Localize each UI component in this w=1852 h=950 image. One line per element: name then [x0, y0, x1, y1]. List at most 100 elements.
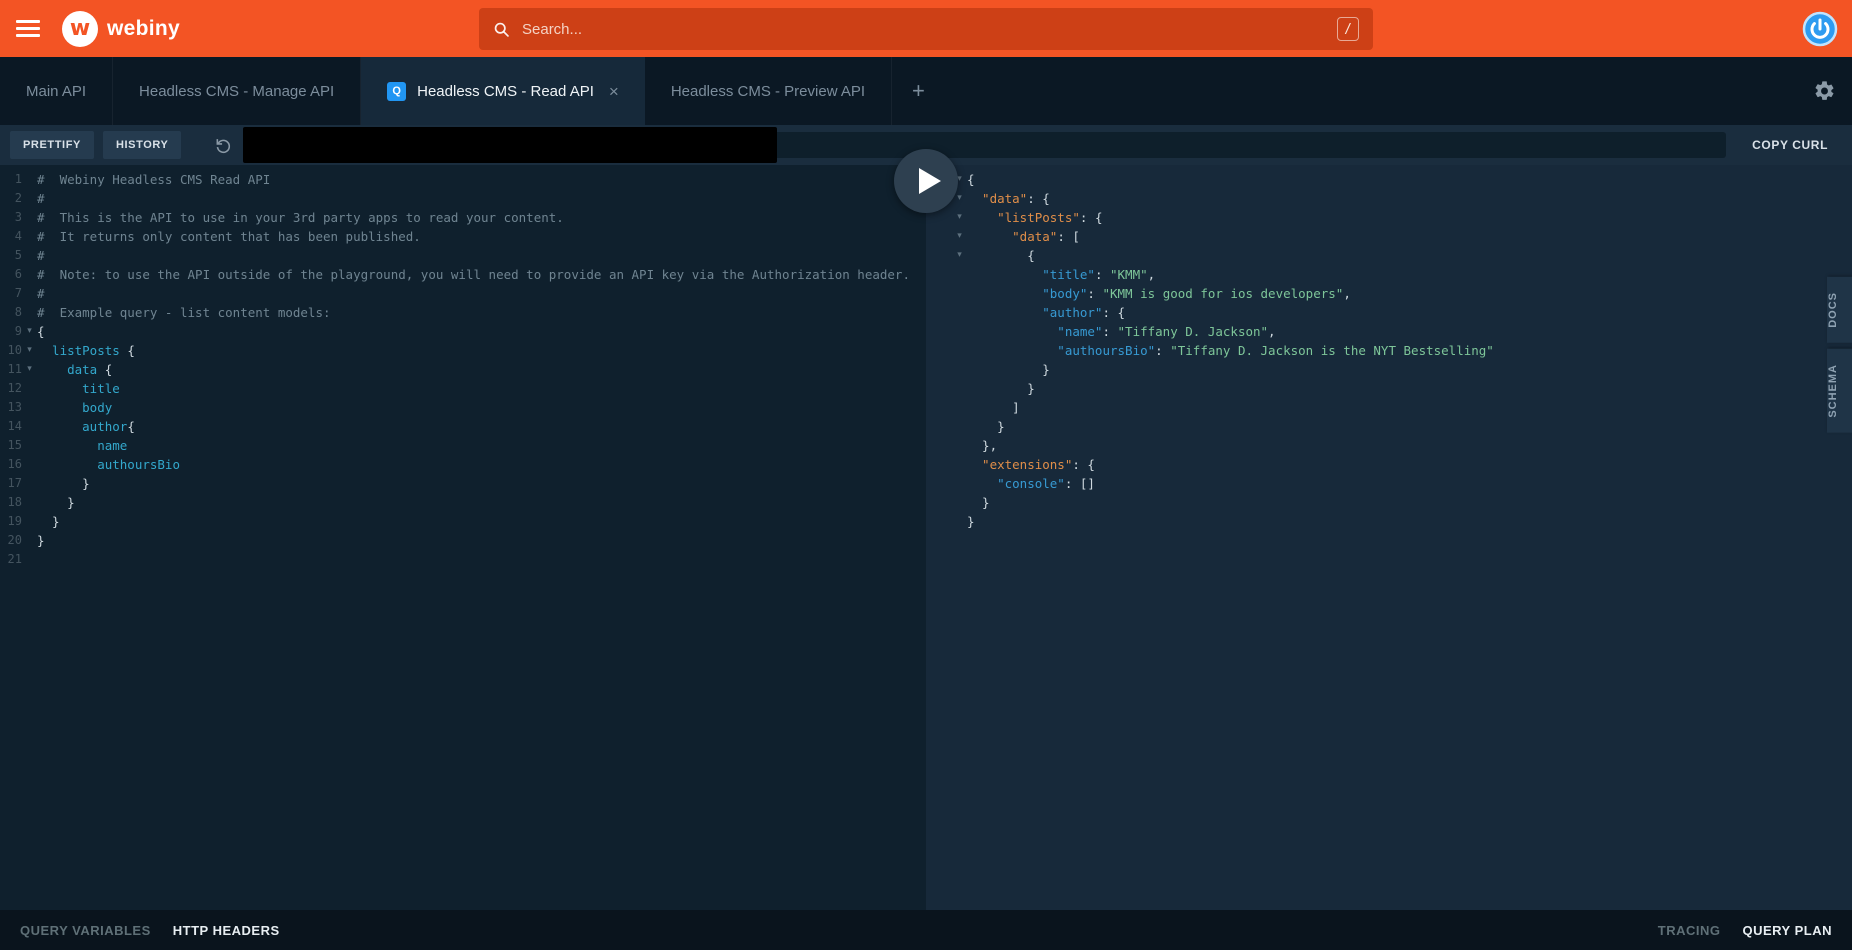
- line-number: 4: [0, 227, 22, 246]
- code-text: data {: [37, 360, 112, 379]
- fold-gutter: [22, 455, 37, 474]
- history-button[interactable]: HISTORY: [103, 131, 182, 159]
- tab-headless-cms-read-api[interactable]: Q Headless CMS - Read API ×: [361, 57, 645, 125]
- code-line: }: [952, 417, 1852, 436]
- code-line: }: [952, 379, 1852, 398]
- code-line: 1# Webiny Headless CMS Read API: [0, 170, 926, 189]
- line-number: 17: [0, 474, 22, 493]
- tab-label: Main API: [26, 83, 86, 100]
- code-text: "data": [: [967, 227, 1080, 246]
- webiny-logo[interactable]: w webiny: [62, 11, 180, 47]
- query-type-badge: Q: [387, 82, 406, 101]
- fold-gutter: [22, 550, 37, 569]
- menu-hamburger-icon[interactable]: [16, 20, 40, 37]
- line-number: 10: [0, 341, 22, 360]
- fold-arrow-icon[interactable]: ▾: [22, 322, 37, 341]
- fold-gutter: [952, 303, 967, 322]
- execute-query-button[interactable]: [894, 149, 958, 213]
- code-text: author{: [37, 417, 135, 436]
- code-text: title: [37, 379, 120, 398]
- line-number: 9: [0, 322, 22, 341]
- fold-arrow-icon[interactable]: ▾: [952, 208, 967, 227]
- tab-main-api[interactable]: Main API: [0, 57, 113, 125]
- fold-arrow-icon[interactable]: ▾: [952, 246, 967, 265]
- code-text: authoursBio: [37, 455, 180, 474]
- code-text: {: [37, 322, 45, 341]
- code-line: ▾{: [952, 170, 1852, 189]
- logo-initial: w: [70, 16, 90, 41]
- fold-gutter: [22, 436, 37, 455]
- code-text: "body": "KMM is good for ios developers"…: [967, 284, 1351, 303]
- code-line: },: [952, 436, 1852, 455]
- line-number: 21: [0, 550, 22, 569]
- http-headers-tab[interactable]: HTTP HEADERS: [173, 923, 280, 938]
- prettify-button[interactable]: PRETTIFY: [10, 131, 94, 159]
- fold-arrow-icon[interactable]: ▾: [952, 227, 967, 246]
- code-text: {: [967, 246, 1035, 265]
- fold-gutter: [952, 322, 967, 341]
- fold-gutter: [22, 265, 37, 284]
- line-number: 7: [0, 284, 22, 303]
- line-number: 19: [0, 512, 22, 531]
- code-text: "console": []: [967, 474, 1095, 493]
- fold-arrow-icon[interactable]: ▾: [22, 341, 37, 360]
- code-text: },: [967, 436, 997, 455]
- code-text: "listPosts": {: [967, 208, 1102, 227]
- code-text: #: [37, 284, 45, 303]
- settings-gear-icon[interactable]: [1813, 80, 1836, 103]
- code-text: # Example query - list content models:: [37, 303, 331, 322]
- query-editor[interactable]: 1# Webiny Headless CMS Read API2#3# This…: [0, 165, 926, 910]
- code-line: 7#: [0, 284, 926, 303]
- docs-tab[interactable]: DOCS: [1827, 277, 1852, 343]
- code-text: #: [37, 189, 45, 208]
- endpoint-url-input[interactable]: [243, 132, 1726, 158]
- code-line: "extensions": {: [952, 455, 1852, 474]
- code-text: }: [37, 531, 45, 550]
- code-line: 10▾ listPosts {: [0, 341, 926, 360]
- search-input[interactable]: [522, 21, 1337, 38]
- code-line: ▾ "data": {: [952, 189, 1852, 208]
- query-plan-tab[interactable]: QUERY PLAN: [1742, 923, 1832, 938]
- code-text: listPosts {: [37, 341, 135, 360]
- global-search-bar[interactable]: /: [479, 8, 1373, 50]
- url-redaction: [243, 127, 777, 163]
- code-line: 5#: [0, 246, 926, 265]
- code-text: name: [37, 436, 127, 455]
- line-number: 2: [0, 189, 22, 208]
- line-number: 12: [0, 379, 22, 398]
- tab-headless-cms-preview-api[interactable]: Headless CMS - Preview API: [645, 57, 892, 125]
- query-variables-tab[interactable]: QUERY VARIABLES: [20, 923, 151, 938]
- code-line: 20}: [0, 531, 926, 550]
- code-line: 14 author{: [0, 417, 926, 436]
- reload-schema-icon[interactable]: [214, 136, 233, 155]
- code-line: ▾ {: [952, 246, 1852, 265]
- code-line: "body": "KMM is good for ios developers"…: [952, 284, 1852, 303]
- code-line: "name": "Tiffany D. Jackson",: [952, 322, 1852, 341]
- power-icon: [1802, 11, 1838, 47]
- logout-button[interactable]: [1802, 11, 1838, 47]
- fold-gutter: [22, 170, 37, 189]
- close-tab-icon[interactable]: ×: [609, 83, 619, 100]
- query-editor-lines: 1# Webiny Headless CMS Read API2#3# This…: [0, 170, 926, 569]
- line-number: 13: [0, 398, 22, 417]
- fold-gutter: [952, 512, 967, 531]
- search-icon: [493, 21, 510, 38]
- tab-headless-cms-manage-api[interactable]: Headless CMS - Manage API: [113, 57, 361, 125]
- fold-gutter: [22, 246, 37, 265]
- code-line: 6# Note: to use the API outside of the p…: [0, 265, 926, 284]
- line-number: 20: [0, 531, 22, 550]
- logo-text: webiny: [107, 17, 180, 41]
- schema-tab[interactable]: SCHEMA: [1827, 349, 1852, 433]
- add-tab-button[interactable]: +: [892, 57, 945, 125]
- fold-gutter: [952, 474, 967, 493]
- code-line: 9▾{: [0, 322, 926, 341]
- copy-curl-button[interactable]: COPY CURL: [1738, 138, 1842, 152]
- line-number: 15: [0, 436, 22, 455]
- code-line: 21: [0, 550, 926, 569]
- code-text: # This is the API to use in your 3rd par…: [37, 208, 564, 227]
- fold-gutter: [22, 227, 37, 246]
- code-text: "title": "KMM",: [967, 265, 1155, 284]
- fold-arrow-icon[interactable]: ▾: [22, 360, 37, 379]
- code-text: }: [967, 360, 1050, 379]
- tracing-tab[interactable]: TRACING: [1658, 923, 1721, 938]
